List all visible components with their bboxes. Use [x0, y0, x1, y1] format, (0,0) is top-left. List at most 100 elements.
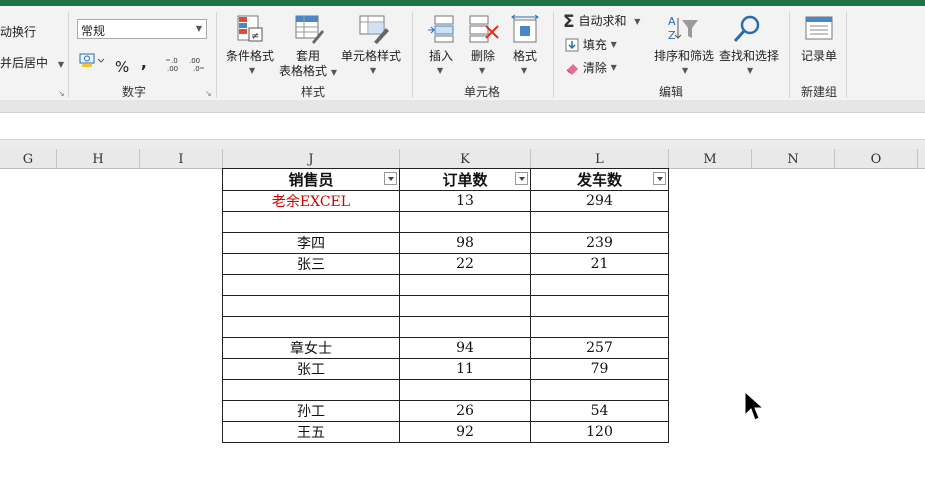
cell-styles-icon	[359, 15, 389, 44]
table-row: 老余EXCEL 13 294	[222, 190, 669, 212]
column-header-j[interactable]: J	[223, 149, 400, 168]
insert-cells-icon	[428, 15, 454, 43]
formula-bar-area[interactable]	[0, 113, 925, 139]
table-cell[interactable]: 张工	[222, 358, 400, 380]
table-cell[interactable]: 239	[530, 232, 669, 254]
styles-group-label: 样式	[301, 85, 326, 99]
clear-button[interactable]: 清除 ▼	[565, 59, 617, 75]
increase-decimal-button[interactable]: .0 .00	[165, 56, 183, 75]
table-cell[interactable]	[222, 379, 400, 401]
table-cell[interactable]	[399, 211, 531, 233]
record-form-icon	[805, 16, 833, 40]
table-cell[interactable]: 11	[399, 358, 531, 380]
filter-dropdown-icon[interactable]	[515, 172, 528, 185]
mouse-pointer-icon	[744, 391, 764, 421]
header-cell-shipments[interactable]: 发车数	[530, 168, 669, 191]
increase-decimal-icon: .0 .00	[166, 57, 178, 73]
column-header-n[interactable]: N	[752, 149, 835, 168]
decrease-decimal-button[interactable]: .00 .0	[187, 56, 205, 75]
group-divider	[216, 12, 217, 98]
table-cell[interactable]	[399, 274, 531, 296]
autosum-label: 自动求和	[578, 14, 627, 28]
table-cell[interactable]: 54	[530, 400, 669, 422]
number-launcher-icon[interactable]: ↘	[205, 90, 212, 98]
table-row: 章女士 94 257	[222, 337, 669, 359]
table-cell[interactable]: 孙工	[222, 400, 400, 422]
wrap-text-button[interactable]: 动换行	[0, 23, 36, 40]
table-cell[interactable]	[222, 274, 400, 296]
column-header-i[interactable]: I	[140, 149, 223, 168]
table-cell[interactable]	[399, 295, 531, 317]
table-cell[interactable]: 22	[399, 253, 531, 275]
table-row: 张工 11 79	[222, 358, 669, 380]
table-cell[interactable]: 13	[399, 190, 531, 212]
header-cell-salesperson[interactable]: 销售员	[222, 168, 400, 191]
format-as-table-label2: 表格格式 ▼	[279, 62, 337, 79]
alignment-launcher-icon[interactable]: ↘	[58, 90, 65, 98]
header-cell-orders[interactable]: 订单数	[399, 168, 531, 191]
table-cell[interactable]	[530, 274, 669, 296]
table-cell[interactable]: 老余EXCEL	[222, 190, 400, 212]
chevron-down-icon: ▼	[195, 24, 202, 33]
table-cell[interactable]: 92	[399, 421, 531, 443]
delete-cells-icon	[469, 15, 499, 43]
svg-text:≠: ≠	[251, 31, 259, 42]
table-cell[interactable]: 79	[530, 358, 669, 380]
ribbon: 动换行 并后居中 ▼ ↘ 常规 ▼ % , .0 .00 .00 .0 数字 ↘	[0, 6, 925, 100]
table-cell[interactable]	[222, 316, 400, 338]
table-cell[interactable]	[530, 211, 669, 233]
table-cell[interactable]	[530, 316, 669, 338]
autosum-button[interactable]: Σ 自动求和 ▼	[563, 12, 640, 32]
chevron-down-icon: ▼	[747, 66, 754, 75]
table-cell[interactable]: 98	[399, 232, 531, 254]
format-as-table-label2-text: 表格格式	[279, 64, 328, 78]
column-header-g[interactable]: G	[0, 149, 57, 168]
table-cell[interactable]: 李四	[222, 232, 400, 254]
table-cell[interactable]: 26	[399, 400, 531, 422]
fill-button[interactable]: 填充 ▼	[565, 36, 617, 52]
find-select-label: 查找和选择	[719, 49, 780, 63]
table-cell[interactable]: 章女士	[222, 337, 400, 359]
table-row	[222, 274, 669, 296]
filter-dropdown-icon[interactable]	[653, 172, 666, 185]
table-cell[interactable]: 94	[399, 337, 531, 359]
column-header-o[interactable]: O	[835, 149, 918, 168]
table-cell[interactable]: 294	[530, 190, 669, 212]
svg-text:.00: .00	[167, 65, 178, 72]
filter-dropdown-icon[interactable]	[384, 172, 397, 185]
chevron-down-icon: ▼	[479, 66, 486, 75]
column-header-l[interactable]: L	[531, 149, 669, 168]
table-row	[222, 379, 669, 401]
table-row	[222, 211, 669, 233]
chevron-down-icon: ▼	[610, 40, 617, 49]
table-cell[interactable]	[399, 379, 531, 401]
table-cell[interactable]: 257	[530, 337, 669, 359]
table-cell[interactable]	[530, 379, 669, 401]
chevron-down-icon: ▼	[521, 66, 528, 75]
column-header-k[interactable]: K	[400, 149, 531, 168]
table-cell[interactable]	[530, 295, 669, 317]
table-cell[interactable]	[222, 295, 400, 317]
column-header-m[interactable]: M	[669, 149, 752, 168]
number-format-select[interactable]: 常规 ▼	[77, 19, 207, 39]
table-row: 李四 98 239	[222, 232, 669, 254]
chevron-down-icon: ▼	[610, 63, 617, 72]
currency-icon	[79, 53, 105, 67]
sort-filter-label: 排序和筛选	[654, 49, 715, 63]
table-cell[interactable]: 120	[530, 421, 669, 443]
table-cell[interactable]	[222, 211, 400, 233]
table-row	[222, 316, 669, 338]
svg-text:.0: .0	[171, 57, 178, 65]
table-cell[interactable]: 21	[530, 253, 669, 275]
table-cell[interactable]: 张三	[222, 253, 400, 275]
table-cell[interactable]: 王五	[222, 421, 400, 443]
column-header-h[interactable]: H	[57, 149, 140, 168]
merge-center-button[interactable]: 并后居中 ▼	[0, 54, 64, 71]
comma-style-button[interactable]: ,	[141, 54, 147, 72]
fill-label: 填充	[582, 38, 607, 52]
percent-style-button[interactable]: %	[115, 58, 129, 76]
accounting-format-button[interactable]	[79, 52, 105, 71]
table-cell[interactable]	[399, 316, 531, 338]
format-cells-icon	[511, 14, 539, 43]
header-salesperson-label: 销售员	[288, 171, 334, 189]
